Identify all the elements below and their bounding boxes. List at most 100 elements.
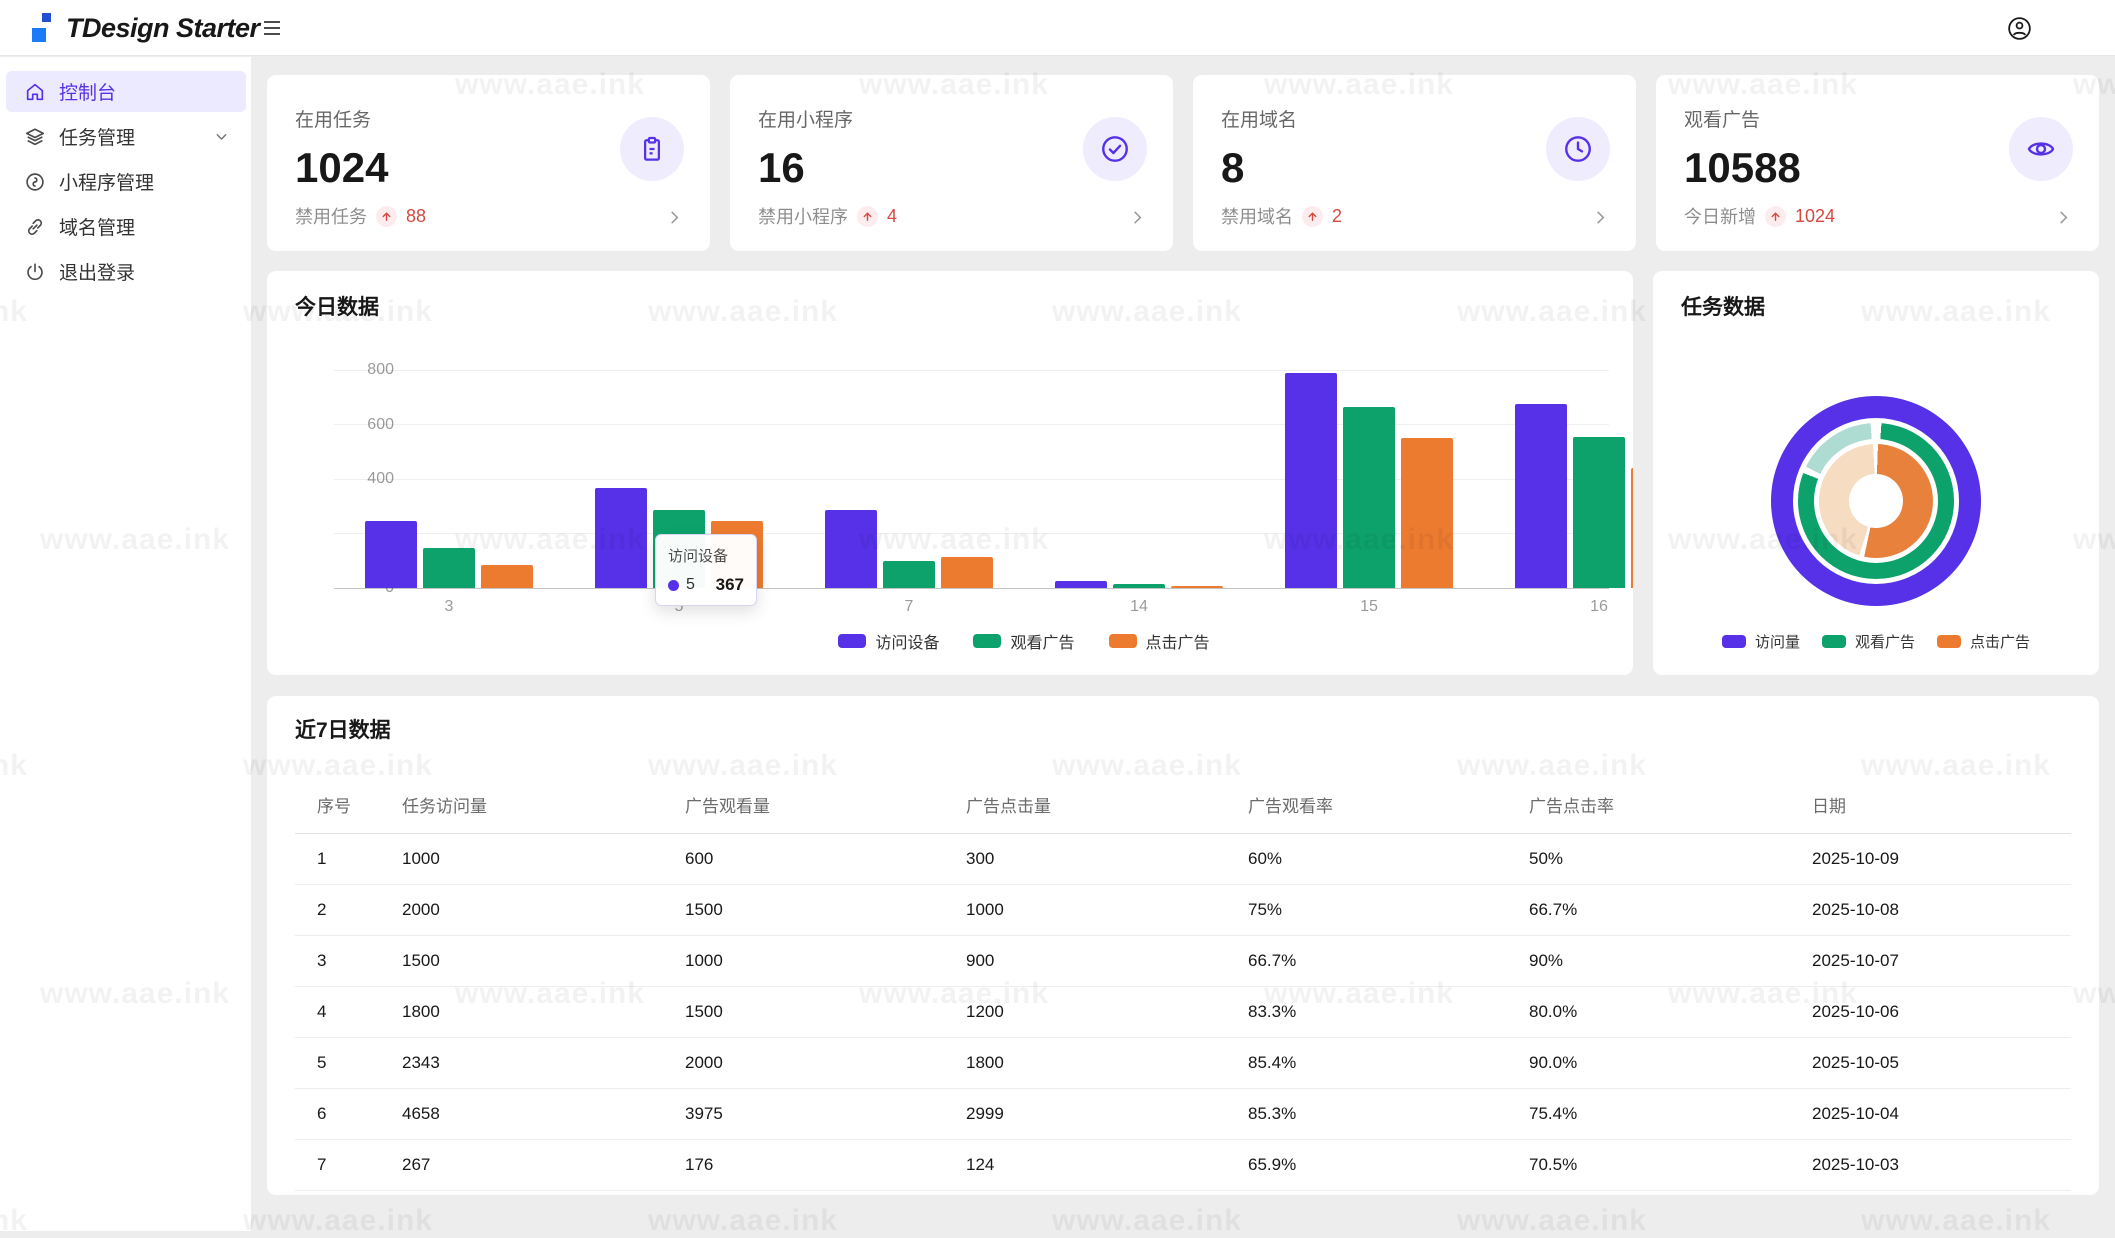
layers-icon — [24, 126, 46, 148]
legend-item-访问量[interactable]: 访问量 — [1721, 631, 1800, 652]
bar-点击广告-15[interactable] — [1401, 437, 1453, 588]
legend-label: 点击广告 — [1970, 634, 2031, 651]
legend-item-点击广告[interactable]: 点击广告 — [1937, 631, 2030, 652]
bar-访问设备-15[interactable] — [1285, 373, 1337, 588]
bar-访问设备-7[interactable] — [825, 510, 877, 588]
table-cell: 2025-10-07 — [1790, 935, 2071, 987]
x-axis-label: 15 — [1360, 598, 1378, 615]
stat-card-trend: 禁用任务 88 — [295, 203, 426, 229]
clock-icon — [1546, 117, 1610, 181]
donut-ring-gap — [1849, 474, 1903, 528]
sidebar: 控制台 任务管理小程序管理域名管理 退出登录 — [0, 57, 251, 1231]
legend-item-观看广告[interactable]: 观看广告 — [973, 629, 1075, 653]
stat-card-label: 在用小程序 — [758, 110, 854, 131]
table-cell: 4658 — [380, 1088, 663, 1140]
table-cell: 85.3% — [1226, 1088, 1507, 1140]
table-cell: 1000 — [663, 935, 944, 987]
bar-点击广告-16[interactable] — [1631, 467, 1633, 588]
legend-swatch — [1108, 634, 1137, 648]
stat-card-trend: 禁用小程序 4 — [758, 203, 897, 229]
bar-观看广告-15[interactable] — [1343, 406, 1395, 588]
table-header: 序号 任务访问量 广告观看量 广告点击量 广告观看率 广告点击率 日期 — [295, 770, 2071, 834]
menu-toggle-icon[interactable] — [260, 16, 284, 40]
sidebar-item-2[interactable]: 小程序管理 — [6, 161, 246, 202]
table-cell: 1 — [295, 833, 380, 885]
table-cell: 5 — [295, 1037, 380, 1089]
table-row: 1 1000 600 300 60% 50% 2025-10-09 — [295, 833, 2071, 885]
table-cell: 90.0% — [1507, 1037, 1790, 1089]
legend-label: 观看广告 — [1010, 635, 1075, 652]
table-cell: 3975 — [663, 1088, 944, 1140]
user-avatar-icon[interactable] — [2006, 15, 2033, 42]
home-icon — [24, 81, 46, 103]
stat-cards-row: 在用任务 1024 禁用任务 88 在用小程序 16 禁用小程序 4 在用域名 8 禁用域名 2 观看广… — [267, 75, 2099, 251]
chart-tooltip: 访问设备 5 367 — [655, 534, 757, 606]
bar-访问设备-14[interactable] — [1055, 581, 1107, 588]
chevron-right-icon[interactable] — [665, 208, 684, 227]
donut-chart — [1771, 396, 1981, 606]
eye-icon — [2009, 117, 2073, 181]
tooltip-series-name: 访问设备 — [668, 548, 729, 565]
bar-访问设备-3[interactable] — [365, 520, 417, 588]
x-axis-label: 3 — [444, 598, 454, 615]
bar-group-16 — [1484, 370, 1633, 588]
bar-点击广告-3[interactable] — [481, 565, 533, 588]
table-cell: 1000 — [944, 884, 1226, 936]
table-row: 2 2000 1500 1000 75% 66.7% 2025-10-08 — [295, 884, 2071, 936]
table-card: 近7日数据 序号 任务访问量 广告观看量 广告点击量 广告观看率 广告点击率 日期 1 100… — [267, 696, 2099, 1195]
top-header: TDesign Starter — [0, 0, 2115, 56]
bar-group-7 — [794, 370, 1024, 588]
bar-观看广告-14[interactable] — [1113, 583, 1165, 588]
legend-item-访问设备[interactable]: 访问设备 — [838, 629, 939, 653]
legend-swatch — [1721, 635, 1746, 648]
link-icon — [24, 216, 46, 238]
chevron-right-icon[interactable] — [1128, 208, 1147, 227]
bar-点击广告-14[interactable] — [1171, 585, 1223, 588]
column-header: 广告观看率 — [1226, 770, 1507, 834]
tooltip-value: 367 — [715, 575, 744, 594]
stat-card-label: 观看广告 — [1684, 110, 1761, 131]
table-cell: 1500 — [663, 986, 944, 1038]
data-table: 序号 任务访问量 广告观看量 广告点击量 广告观看率 广告点击率 日期 1 1000 600 30… — [295, 770, 2071, 1191]
app-title: TDesign Starter — [66, 12, 260, 43]
column-header: 日期 — [1790, 770, 2071, 834]
legend-swatch — [973, 634, 1002, 648]
trend-value: 88 — [406, 205, 427, 226]
trend-value: 4 — [887, 205, 898, 226]
legend-item-点击广告[interactable]: 点击广告 — [1108, 629, 1210, 653]
bar-观看广告-7[interactable] — [883, 560, 935, 588]
tooltip-value-row: 5 367 — [668, 575, 744, 595]
chevron-right-icon[interactable] — [1591, 208, 1610, 227]
table-cell: 1800 — [380, 986, 663, 1038]
bar-访问设备-5[interactable] — [595, 488, 647, 588]
table-cell: 900 — [944, 935, 1226, 987]
logo-icon — [32, 10, 52, 46]
stat-card-1: 在用小程序 16 禁用小程序 4 — [730, 75, 1173, 251]
bar-观看广告-3[interactable] — [423, 547, 475, 588]
sidebar-item-label: 小程序管理 — [59, 173, 155, 194]
sidebar-item-1[interactable]: 任务管理 — [6, 116, 246, 157]
table-cell: 124 — [944, 1139, 1226, 1191]
table-cell: 83.3% — [1226, 986, 1507, 1038]
table-cell: 7 — [295, 1139, 380, 1191]
bar-chart-legend: 访问设备 观看广告 点击广告 — [334, 629, 1633, 653]
bar-访问设备-16[interactable] — [1515, 403, 1567, 588]
trend-value: 2 — [1332, 205, 1343, 226]
table-cell: 70.5% — [1507, 1139, 1790, 1191]
sidebar-item-3[interactable]: 域名管理 — [6, 206, 246, 247]
arrow-up-icon — [1302, 205, 1323, 227]
stat-card-label: 在用任务 — [295, 110, 372, 131]
miniprogram-icon — [24, 171, 46, 193]
column-header: 任务访问量 — [380, 770, 663, 834]
legend-item-观看广告[interactable]: 观看广告 — [1821, 631, 1915, 652]
sidebar-item-4[interactable]: 退出登录 — [6, 251, 246, 292]
table-cell: 2025-10-09 — [1790, 833, 2071, 885]
sidebar-item-0[interactable]: 控制台 — [6, 71, 246, 112]
trend-label: 今日新增 — [1684, 207, 1756, 227]
bar-点击广告-7[interactable] — [941, 557, 993, 588]
bar-观看广告-16[interactable] — [1573, 437, 1625, 588]
bar-group-15 — [1254, 370, 1484, 588]
chevron-right-icon[interactable] — [2054, 208, 2073, 227]
table-cell: 6 — [295, 1088, 380, 1140]
stat-card-trend: 禁用域名 2 — [1221, 203, 1342, 229]
